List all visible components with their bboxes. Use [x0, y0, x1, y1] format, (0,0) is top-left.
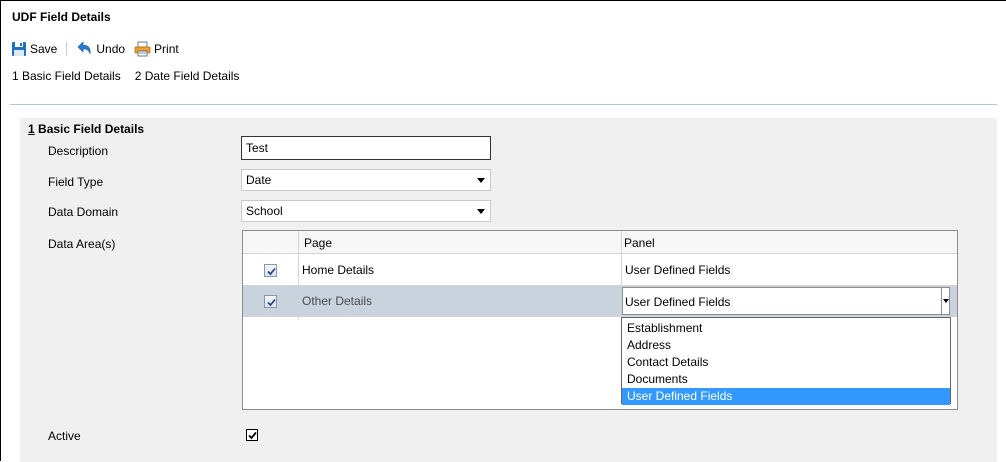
data-areas-label: Data Area(s)	[48, 237, 116, 251]
toolbar-separator	[66, 42, 68, 56]
row-page: Other Details	[302, 294, 373, 308]
section-title-text: Basic Field Details	[38, 122, 145, 136]
data-domain-select[interactable]: School	[241, 200, 491, 222]
dropdown-option-selected[interactable]: User Defined Fields	[622, 388, 950, 405]
dropdown-option[interactable]: Documents	[622, 371, 950, 388]
undo-button[interactable]: Undo	[75, 41, 125, 57]
table-row[interactable]: Home Details User Defined Fields	[243, 255, 957, 286]
header-divider	[10, 104, 997, 105]
data-domain-value: School	[246, 204, 283, 218]
page-title: UDF Field Details	[12, 10, 111, 24]
print-button[interactable]: Print	[134, 41, 179, 57]
description-input[interactable]: Test	[241, 136, 491, 160]
dropdown-option[interactable]: Address	[622, 337, 950, 354]
save-button[interactable]: Save	[11, 41, 57, 57]
table-row-selected[interactable]: Other Details User Defined Fields	[243, 286, 957, 317]
section-nav: 1 Basic Field Details 2 Date Field Detai…	[12, 69, 253, 83]
row-panel[interactable]: User Defined Fields	[625, 263, 730, 277]
active-checkbox[interactable]	[246, 429, 258, 441]
nav-link-basic-field-details[interactable]: 1 Basic Field Details	[12, 69, 121, 83]
nav-link-date-field-details[interactable]: 2 Date Field Details	[135, 69, 240, 83]
chevron-down-icon	[943, 299, 949, 303]
dropdown-option[interactable]: Establishment	[622, 320, 950, 337]
panel-dropdown-list: Establishment Address Contact Details Do…	[621, 317, 951, 405]
dropdown-option[interactable]: Contact Details	[622, 354, 950, 371]
row-checkbox[interactable]	[264, 295, 277, 308]
section-title: 1 Basic Field Details	[28, 122, 144, 136]
panel-cell-editor[interactable]: User Defined Fields	[622, 287, 950, 315]
printer-icon	[134, 41, 154, 57]
row-page: Home Details	[302, 263, 375, 277]
print-label: Print	[154, 42, 179, 56]
save-label: Save	[30, 42, 58, 56]
active-label: Active	[48, 429, 81, 443]
header: UDF Field Details Save Undo Print 1 Basi…	[1, 1, 1006, 105]
field-type-select[interactable]: Date	[241, 169, 491, 191]
floppy-disk-icon	[11, 41, 30, 57]
grid-header-page-label: Page	[304, 236, 333, 250]
undo-label: Undo	[96, 42, 126, 56]
grid-header-checkbox-column	[243, 231, 298, 254]
field-type-label: Field Type	[48, 175, 104, 189]
toolbar: Save Undo Print	[11, 39, 188, 59]
undo-arrow-icon	[75, 41, 96, 57]
panel-dropdown-button[interactable]	[941, 288, 949, 314]
field-type-value: Date	[246, 173, 272, 187]
udf-field-details-window: UDF Field Details Save Undo Print 1 Basi…	[0, 0, 1006, 462]
chevron-down-icon	[477, 178, 485, 183]
panel-cell-value: User Defined Fields	[625, 295, 731, 309]
grid-header-page[interactable]: Page	[298, 231, 622, 254]
description-label: Description	[48, 144, 109, 158]
section-number: 1	[28, 122, 35, 136]
grid-header-panel[interactable]: Panel	[622, 231, 957, 254]
grid-header-panel-label: Panel	[624, 236, 655, 250]
row-checkbox[interactable]	[264, 264, 277, 277]
chevron-down-icon	[477, 209, 485, 214]
data-domain-label: Data Domain	[48, 205, 119, 219]
